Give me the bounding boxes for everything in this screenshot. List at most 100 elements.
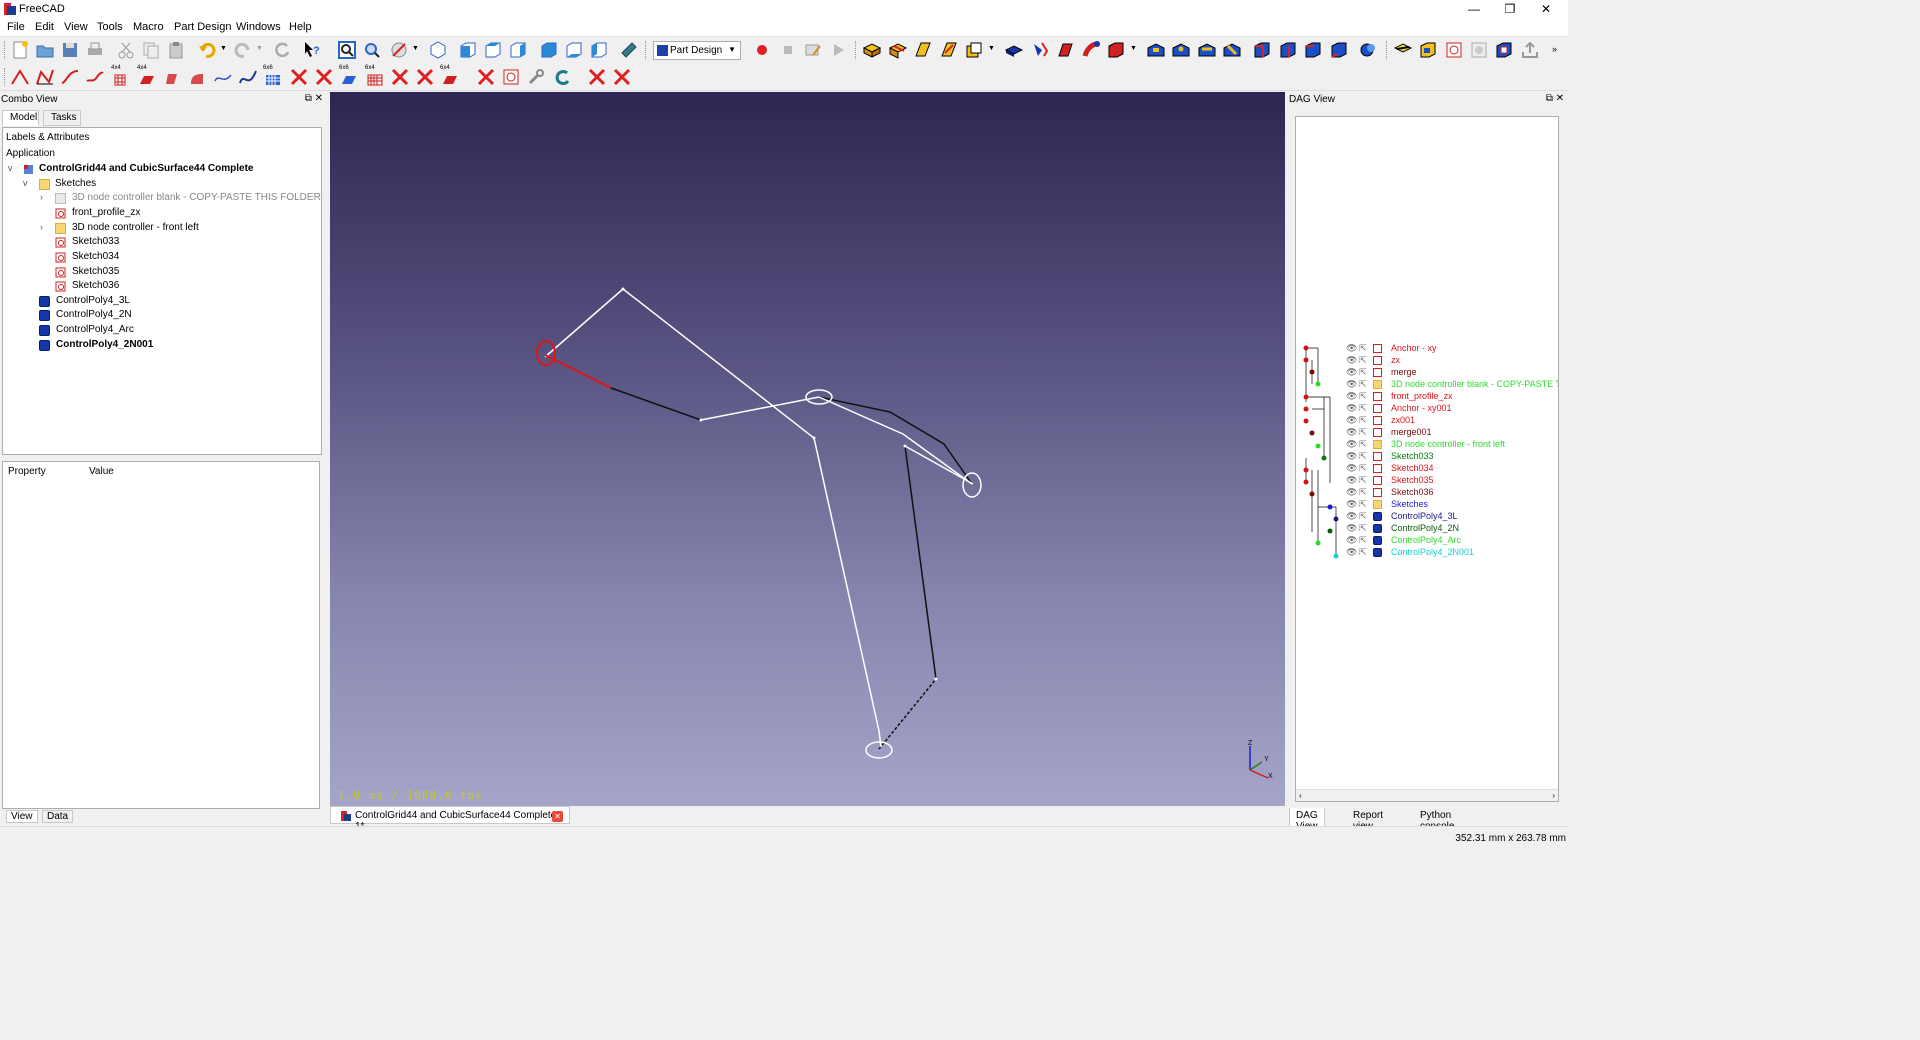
- selectable-icon[interactable]: ⇱: [1359, 379, 1367, 390]
- selectable-icon[interactable]: ⇱: [1359, 343, 1367, 354]
- scaled-icon[interactable]: [1494, 40, 1514, 60]
- collapse-arrow-icon[interactable]: ›: [40, 222, 43, 232]
- delete-icon[interactable]: [415, 67, 435, 87]
- expand-arrow-icon[interactable]: v: [8, 163, 13, 173]
- delete-icon[interactable]: [587, 67, 607, 87]
- draft-icon[interactable]: [1303, 40, 1323, 60]
- create-part-icon[interactable]: [888, 40, 908, 60]
- control-grid-44-icon[interactable]: [111, 67, 131, 87]
- toolbar-grip[interactable]: [4, 41, 7, 59]
- visibility-eye-icon[interactable]: 👁: [1346, 379, 1357, 390]
- shape-binder-icon[interactable]: [913, 40, 933, 60]
- collapse-arrow-icon[interactable]: ›: [40, 192, 43, 202]
- selectable-icon[interactable]: ⇱: [1359, 415, 1367, 426]
- clone-icon[interactable]: [964, 40, 984, 60]
- panel-float-close-buttons[interactable]: ⧉ ✕: [305, 93, 323, 104]
- dag-row[interactable]: 👁 ⇱ ControlPoly4_2N001: [1296, 547, 1558, 559]
- selectable-icon[interactable]: ⇱: [1359, 355, 1367, 366]
- sketch-icon[interactable]: [501, 67, 521, 87]
- draw-style-icon[interactable]: [389, 40, 409, 60]
- tree-item-node-controller-front-left[interactable]: › 3D node controller - front left: [3, 222, 321, 236]
- control-poly-2n-icon[interactable]: [35, 67, 55, 87]
- toolbar-grip[interactable]: [4, 68, 7, 86]
- rear-view-icon[interactable]: [539, 40, 559, 60]
- delete-icon[interactable]: [289, 67, 309, 87]
- dag-row[interactable]: 👁 ⇱ 3D node controller blank - COPY-PASTE…: [1296, 379, 1558, 391]
- draw-style-dropdown-icon[interactable]: ▼: [412, 45, 419, 52]
- selectable-icon[interactable]: ⇱: [1359, 475, 1367, 486]
- undo-icon[interactable]: [197, 40, 217, 60]
- print-icon[interactable]: [85, 40, 105, 60]
- tree-item-front-profile[interactable]: front_profile_zx: [3, 207, 321, 221]
- dag-row[interactable]: 👁 ⇱ Sketch036: [1296, 487, 1558, 499]
- visibility-eye-icon[interactable]: 👁: [1346, 475, 1357, 486]
- close-tab-icon[interactable]: ✕: [552, 811, 563, 822]
- dag-row[interactable]: 👁 ⇱ Sketch035: [1296, 475, 1558, 487]
- surface-blend-icon[interactable]: [162, 67, 182, 87]
- visibility-eye-icon[interactable]: 👁: [1346, 343, 1357, 354]
- cut-icon[interactable]: [116, 40, 136, 60]
- delete-icon[interactable]: [314, 67, 334, 87]
- tree-item-controlpoly4-2n001[interactable]: ControlPoly4_2N001: [3, 339, 321, 353]
- delete-icon[interactable]: [612, 67, 632, 87]
- paste-icon[interactable]: [166, 40, 186, 60]
- cubic-surface-66-icon[interactable]: [339, 67, 359, 87]
- revolution-icon[interactable]: [1030, 40, 1050, 60]
- bottom-view-icon[interactable]: [564, 40, 584, 60]
- panel-float-close-buttons[interactable]: ⧉ ✕: [1546, 93, 1564, 104]
- dag-row[interactable]: 👁 ⇱ zx: [1296, 355, 1558, 367]
- tree-item-node-controller-blank[interactable]: › 3D node controller blank - COPY-PASTE …: [3, 192, 321, 206]
- dag-graph-area[interactable]: 👁 ⇱ Anchor - xy 👁 ⇱ zx 👁 ⇱ merge 👁 ⇱ 3D node…: [1295, 116, 1559, 802]
- multi-transform-icon[interactable]: [1469, 40, 1489, 60]
- dag-row[interactable]: 👁 ⇱ merge: [1296, 367, 1558, 379]
- visibility-eye-icon[interactable]: 👁: [1346, 523, 1357, 534]
- save-icon[interactable]: [60, 40, 80, 60]
- visibility-eye-icon[interactable]: 👁: [1346, 535, 1357, 546]
- tree-item-controlpoly4-2n[interactable]: ControlPoly4_2N: [3, 309, 321, 323]
- dag-row[interactable]: 👁 ⇱ ControlPoly4_Arc: [1296, 535, 1558, 547]
- tree-item-controlpoly4-arc[interactable]: ControlPoly4_Arc: [3, 324, 321, 338]
- 3d-wireframe-geometry[interactable]: [330, 92, 1285, 806]
- polar-pattern-icon[interactable]: [1444, 40, 1464, 60]
- additive-primitive-dropdown-icon[interactable]: ▼: [1130, 45, 1137, 52]
- tab-model[interactable]: Model: [2, 110, 39, 126]
- visibility-eye-icon[interactable]: 👁: [1346, 415, 1357, 426]
- nstar-curve-icon[interactable]: [238, 67, 258, 87]
- additive-pipe-icon[interactable]: [1081, 40, 1101, 60]
- mirrored-icon[interactable]: [1393, 40, 1413, 60]
- menu-file[interactable]: File: [7, 21, 25, 33]
- tree-item-sketch033[interactable]: Sketch033: [3, 236, 321, 250]
- thickness-icon[interactable]: [1329, 40, 1349, 60]
- menu-windows[interactable]: Windows: [236, 21, 281, 33]
- tab-tasks[interactable]: Tasks: [43, 110, 81, 126]
- selectable-icon[interactable]: ⇱: [1359, 487, 1367, 498]
- visibility-eye-icon[interactable]: 👁: [1346, 367, 1357, 378]
- refresh-icon[interactable]: [272, 40, 292, 60]
- menu-part-design[interactable]: Part Design: [174, 21, 231, 33]
- dag-row[interactable]: 👁 ⇱ zx001: [1296, 415, 1558, 427]
- expand-arrow-icon[interactable]: v: [23, 178, 28, 188]
- linear-pattern-icon[interactable]: [1418, 40, 1438, 60]
- visibility-eye-icon[interactable]: 👁: [1346, 487, 1357, 498]
- delete-icon[interactable]: [476, 67, 496, 87]
- visibility-eye-icon[interactable]: 👁: [1346, 427, 1357, 438]
- selectable-icon[interactable]: ⇱: [1359, 367, 1367, 378]
- boolean-icon[interactable]: [1358, 40, 1378, 60]
- selectable-icon[interactable]: ⇱: [1359, 451, 1367, 462]
- toolbar-grip[interactable]: [645, 41, 648, 59]
- tree-item-sketches[interactable]: v Sketches: [3, 178, 321, 192]
- dag-row[interactable]: 👁 ⇱ ControlPoly4_3L: [1296, 511, 1558, 523]
- scroll-right-icon[interactable]: ›: [1552, 791, 1555, 800]
- tree-item-sketch036[interactable]: Sketch036: [3, 280, 321, 294]
- toolbar-grip[interactable]: [855, 41, 858, 59]
- tree-item-sketch034[interactable]: Sketch034: [3, 251, 321, 265]
- groove-icon[interactable]: [1197, 40, 1217, 60]
- tree-item-document[interactable]: v ControlGrid44 and CubicSurface44 Compl…: [3, 163, 321, 177]
- dag-row[interactable]: 👁 ⇱ Anchor - xy001: [1296, 403, 1558, 415]
- fillet-icon[interactable]: [1252, 40, 1272, 60]
- curve-on-surface-icon[interactable]: [213, 67, 233, 87]
- pocket-icon[interactable]: [1146, 40, 1166, 60]
- dag-row[interactable]: 👁 ⇱ Sketch034: [1296, 463, 1558, 475]
- create-body-icon[interactable]: [862, 40, 882, 60]
- visibility-eye-icon[interactable]: 👁: [1346, 499, 1357, 510]
